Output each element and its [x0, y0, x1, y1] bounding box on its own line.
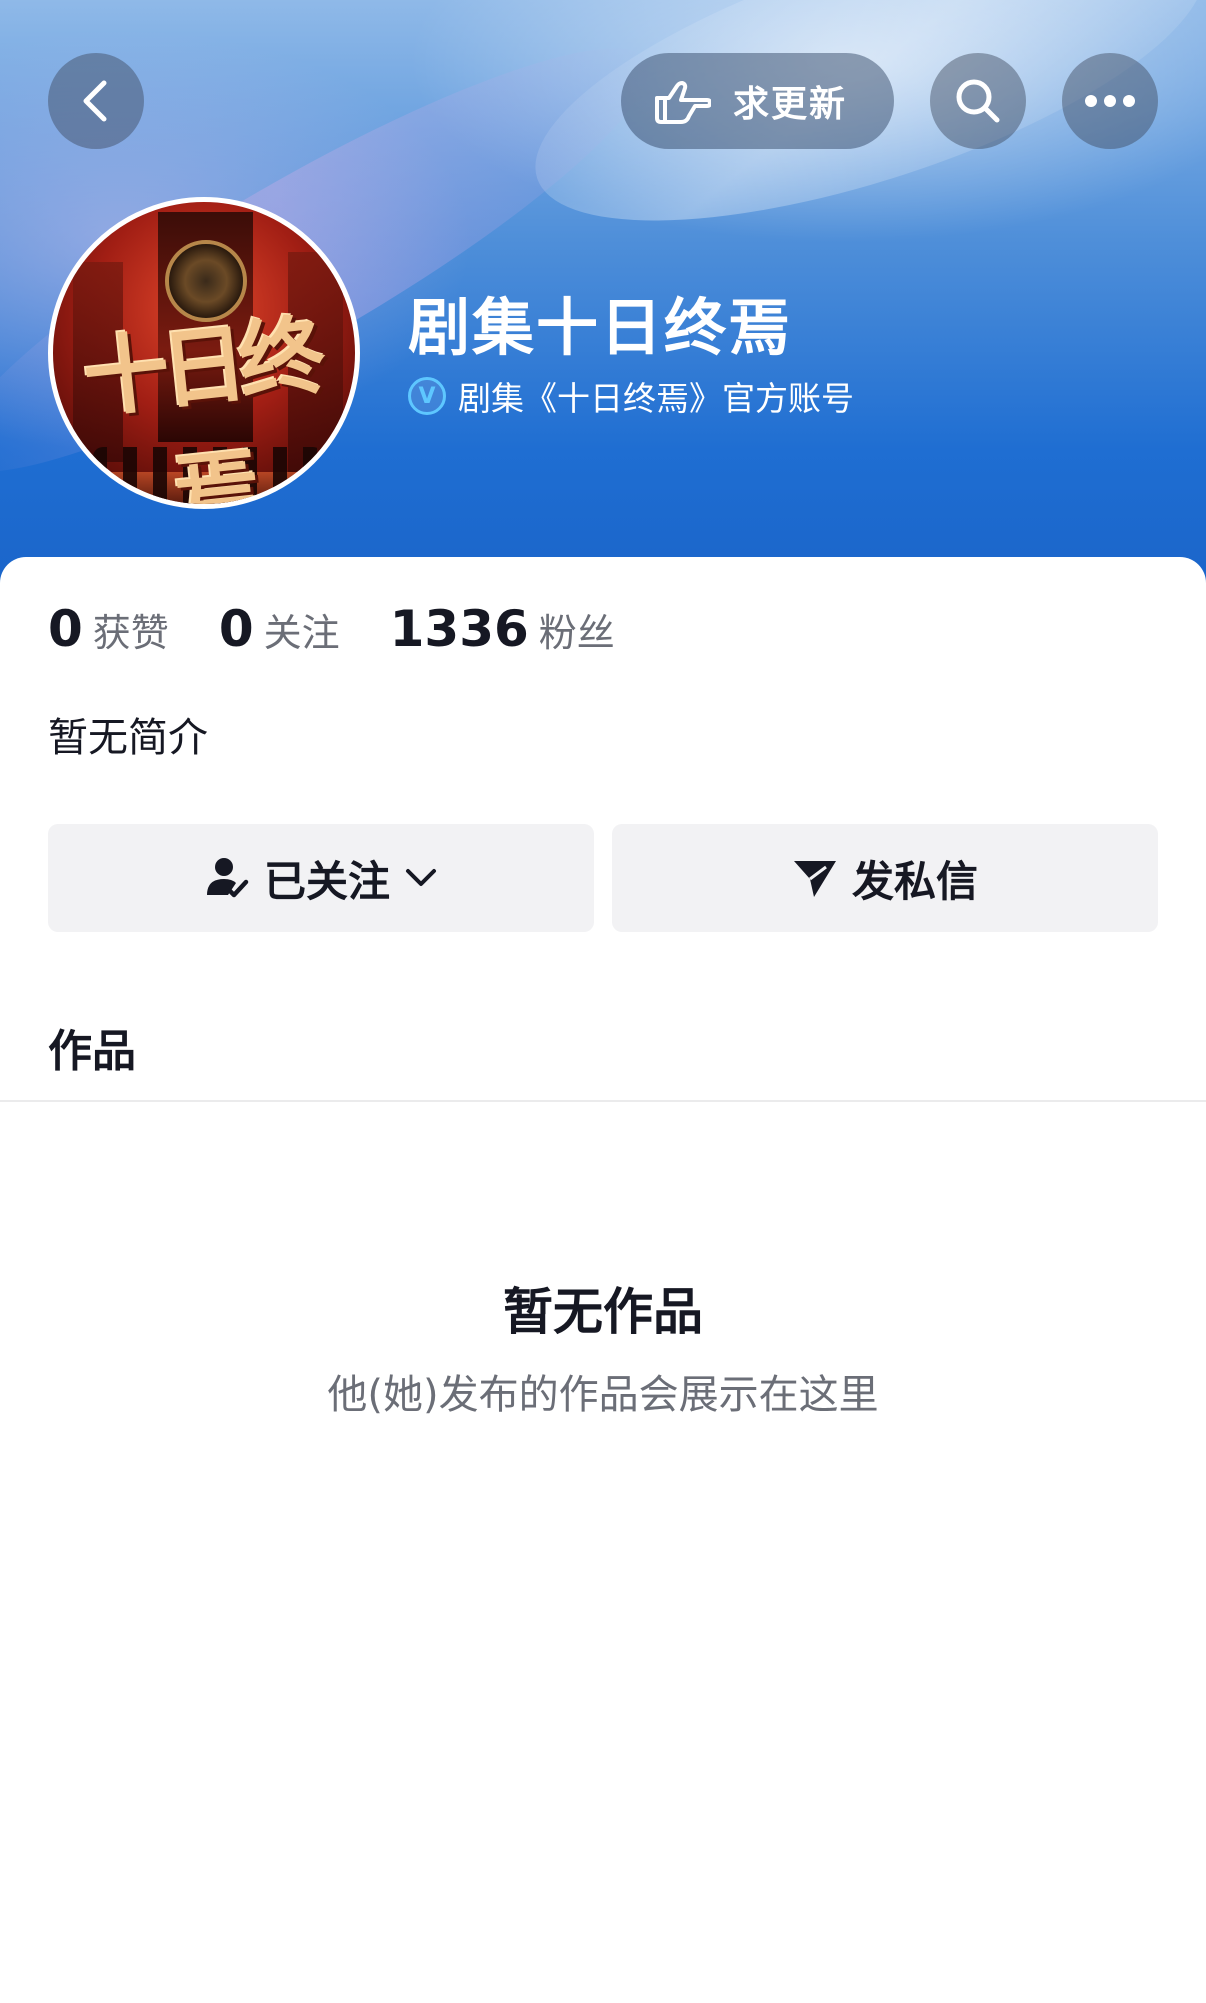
stat-followers[interactable]: 1336 粉丝: [390, 600, 615, 658]
request-update-label: 求更新: [733, 84, 848, 125]
stats-row: 0 获赞 0 关注 1336 粉丝: [48, 600, 665, 658]
more-button[interactable]: [1062, 53, 1158, 149]
tab-works[interactable]: 作品: [48, 1015, 136, 1079]
stat-likes[interactable]: 0 获赞: [48, 600, 169, 658]
empty-state-subtitle: 他(她)发布的作品会展示在这里: [327, 1372, 879, 1418]
avatar[interactable]: 十日终焉: [48, 197, 360, 509]
tab-divider: [0, 1100, 1206, 1102]
request-update-button[interactable]: 求更新: [621, 53, 894, 149]
stat-value: 0: [48, 600, 83, 658]
pointing-hand-icon: [655, 81, 711, 124]
stat-value: 0: [218, 600, 254, 658]
chevron-down-icon: [406, 869, 436, 886]
search-button[interactable]: [930, 53, 1026, 149]
user-check-icon: [206, 858, 249, 898]
send-icon: [793, 861, 836, 897]
stat-label: 粉丝: [538, 611, 615, 655]
verified-description: 剧集《十日终焉》官方账号: [458, 379, 854, 418]
stat-label: 关注: [263, 611, 340, 655]
verified-badge-icon: V: [408, 377, 446, 415]
chevron-left-icon: [83, 80, 107, 122]
send-message-label: 发私信: [851, 856, 978, 906]
empty-state-title: 暂无作品: [503, 1283, 703, 1341]
profile-name: 剧集十日终焉: [408, 291, 793, 364]
followed-button[interactable]: 已关注: [48, 824, 594, 932]
profile-bio: 暂无简介: [48, 715, 208, 761]
followed-label: 已关注: [263, 856, 390, 906]
back-button[interactable]: [48, 53, 144, 149]
send-message-button[interactable]: 发私信: [612, 824, 1158, 932]
search-icon: [956, 79, 1000, 123]
stat-value: 1336: [389, 600, 529, 658]
avatar-logo: 十日终焉: [78, 305, 322, 509]
more-dots-icon: [1085, 95, 1135, 107]
stat-label: 获赞: [92, 611, 169, 655]
stat-following[interactable]: 0 关注: [219, 600, 340, 658]
verified-row: V 剧集《十日终焉》官方账号: [408, 372, 854, 420]
